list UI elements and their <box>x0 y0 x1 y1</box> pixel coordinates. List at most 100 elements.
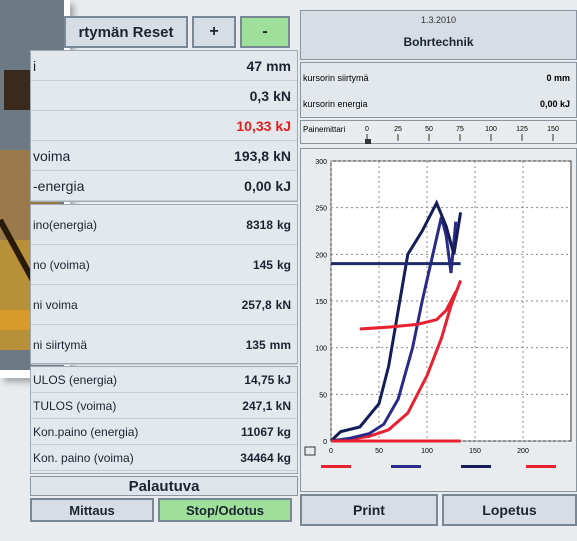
print-button[interactable]: Print <box>300 494 438 526</box>
row-unit: mm <box>269 337 291 352</box>
scale-tick-label: 150 <box>547 126 559 133</box>
legend-swatch <box>391 465 421 468</box>
chart-export-icon[interactable] <box>304 446 316 456</box>
row-value: 193,8 <box>234 147 270 164</box>
cursor-displacement-value: 0 mm <box>546 73 570 83</box>
row-unit: kg <box>276 217 291 232</box>
row-label: ni voima <box>33 297 78 312</box>
measurement-row: voima 193,8 kN <box>31 141 297 171</box>
cursor-info-panel: kursorin siirtymä 0 mm kursorin energia … <box>300 62 577 118</box>
scale-tick-label: 100 <box>485 126 497 133</box>
row-label: TULOS (voima) <box>33 398 117 413</box>
row-label: Kon. paino (voima) <box>33 450 134 465</box>
measurement-row: Kon. paino (voima) 34464 kg <box>31 445 297 471</box>
y-tick-label: 300 <box>315 159 327 166</box>
company-name: Bohrtechnik <box>403 35 474 49</box>
row-value: 10,33 <box>236 117 272 134</box>
chart-panel: 0 50 100 150 200 250 300 0 50 100 150 200 <box>300 148 577 492</box>
row-value: 145 <box>252 257 273 272</box>
x-tick-label: 200 <box>517 448 529 455</box>
row-label: Kon.paino (energia) <box>33 424 139 439</box>
row-value: 47 <box>246 57 263 74</box>
exit-button[interactable]: Lopetus <box>442 494 577 526</box>
measurement-row: ULOS (energia) 14,75 kJ <box>31 367 297 393</box>
y-tick-label: 200 <box>315 252 327 259</box>
measurement-row: ino(energia) 8318 kg <box>31 205 297 245</box>
scale-tick-label: 75 <box>456 126 464 133</box>
stop-label: Stop/Odotus <box>186 502 264 518</box>
y-tick-label: 150 <box>315 299 327 306</box>
row-unit: mm <box>266 57 291 74</box>
scale-tick-label: 0 <box>365 126 369 133</box>
row-value: 0,00 <box>244 177 272 194</box>
scale-tick-label: 25 <box>394 126 402 133</box>
x-tick-label: 100 <box>421 448 433 455</box>
row-label: i <box>33 57 37 74</box>
measurement-row: no (voima) 145 kg <box>31 245 297 285</box>
measure-label: Mittaus <box>69 502 115 518</box>
row-label: ni siirtymä <box>33 337 88 352</box>
cursor-displacement-label: kursorin siirtymä <box>303 73 369 83</box>
legend-swatch <box>321 465 351 468</box>
exit-label: Lopetus <box>482 502 537 518</box>
row-unit: kJ <box>275 117 291 134</box>
scale-tick-label: 50 <box>425 126 433 133</box>
measurements-panel: i 47 mm 0,3 kN 10,33 kJ voima 193,8 kN -energia 0,0… <box>30 50 298 202</box>
row-unit: kN <box>273 87 291 104</box>
legend-swatch <box>461 465 491 468</box>
row-unit: kN <box>273 147 291 164</box>
reset-label: rtymän Reset <box>78 23 174 41</box>
row-value: 257,8 <box>241 297 272 312</box>
pressure-scale-ticks: 0 25 50 75 100 125 150 <box>365 126 559 144</box>
row-label: ULOS (energia) <box>33 372 118 387</box>
measurement-row: Kon.paino (energia) 11067 kg <box>31 419 297 445</box>
cursor-energy-value: 0,00 kJ <box>539 99 570 109</box>
x-tick-label: 150 <box>469 448 481 455</box>
x-tick-label: 0 <box>329 448 333 455</box>
row-unit: kg <box>276 257 291 272</box>
measurement-row: 10,33 kJ <box>31 111 297 141</box>
y-tick-label: 100 <box>315 346 327 353</box>
status-bar: Palautuva <box>30 476 298 496</box>
row-value: 14,75 kJ <box>244 372 291 387</box>
y-tick-label: 0 <box>323 439 327 446</box>
row-label: no (voima) <box>33 257 90 272</box>
print-label: Print <box>353 502 385 518</box>
status-text: Palautuva <box>128 477 200 495</box>
app-window: rtymän Reset + - 1.3.2010 Bohrtechnik ku… <box>0 0 577 541</box>
stop-button[interactable]: Stop/Odotus <box>158 498 292 522</box>
minus-label: - <box>262 23 268 40</box>
row-value: 34464 kg <box>240 450 291 465</box>
scale-tick-label: 125 <box>516 126 528 133</box>
measurement-row: TULOS (voima) 247,1 kN <box>31 393 297 419</box>
row-unit: kN <box>275 297 291 312</box>
measure-button[interactable]: Mittaus <box>30 498 154 522</box>
totals-panel: ULOS (energia) 14,75 kJ TULOS (voima) 247,1… <box>30 366 298 474</box>
measurement-row: ni voima 257,8 kN <box>31 285 297 325</box>
row-unit: kJ <box>275 177 291 194</box>
cursor-energy-label: kursorin energia <box>303 99 368 109</box>
results-panel: ino(energia) 8318 kg no (voima) 145 kg ni voim… <box>30 204 298 365</box>
reset-button[interactable]: rtymän Reset <box>64 16 188 48</box>
y-tick-label: 250 <box>315 206 327 213</box>
x-tick-label: 50 <box>375 448 383 455</box>
plus-button[interactable]: + <box>192 16 236 48</box>
legend-swatch <box>526 465 556 468</box>
row-value: 0,3 <box>249 87 270 104</box>
row-value: 11067 kg <box>240 424 291 439</box>
y-tick-label: 50 <box>319 392 327 399</box>
header-info-panel: 1.3.2010 Bohrtechnik <box>300 10 577 60</box>
row-value: 135 <box>245 337 266 352</box>
pressure-scale[interactable]: Painemittari 0 25 50 75 100 125 150 <box>300 120 577 144</box>
row-value: 247,1 kN <box>242 398 291 413</box>
measurement-row: i 47 mm <box>31 51 297 81</box>
plus-label: + <box>209 23 219 40</box>
row-label: ino(energia) <box>33 217 98 232</box>
scale-cursor[interactable] <box>365 139 371 144</box>
force-displacement-chart[interactable]: 0 50 100 150 200 250 300 0 50 100 150 200 <box>301 149 577 493</box>
measurement-row: -energia 0,00 kJ <box>31 171 297 201</box>
row-value: 8318 <box>246 217 273 232</box>
row-label: voima <box>33 147 71 164</box>
minus-button[interactable]: - <box>240 16 290 48</box>
date-text: 1.3.2010 <box>420 15 457 25</box>
